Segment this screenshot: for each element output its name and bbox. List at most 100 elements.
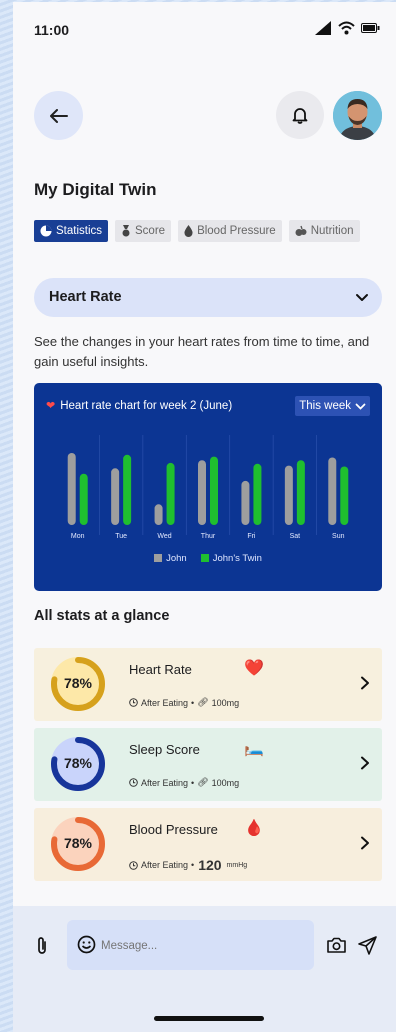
bar-john-sat	[284, 465, 293, 525]
stat-percent: 78%	[63, 835, 93, 851]
stat-row[interactable]: 78% Heart Rate ❤️ After Eating • 🔗︎ 100mg	[34, 648, 382, 721]
bar-john-sun	[328, 457, 337, 525]
tab-label: Blood Pressure	[197, 225, 276, 237]
x-tick-label: Fri	[247, 533, 256, 540]
back-button[interactable]	[34, 91, 83, 140]
paperclip-icon[interactable]	[36, 936, 48, 956]
bar-john-thur	[198, 460, 206, 525]
wifi-icon	[338, 21, 355, 35]
emoji-icon[interactable]	[77, 935, 96, 954]
meta-separator: •	[191, 777, 195, 788]
link-icon: 🔗︎	[197, 697, 209, 707]
bar-john-mon	[67, 453, 76, 525]
stat-emoji-icon: 🛏️	[244, 740, 264, 757]
arrow-left-icon	[49, 108, 68, 123]
x-tick-label: Sun	[332, 533, 345, 540]
stat-name: Blood Pressure	[129, 822, 218, 837]
x-tick-label: Tue	[115, 533, 127, 540]
bar-twin-thur	[210, 456, 218, 525]
clock-icon	[129, 778, 138, 787]
tab-statistics[interactable]: Statistics	[34, 220, 109, 242]
stat-meta: After Eating • 🔗︎ 100mg	[129, 697, 239, 708]
x-tick-label: Thur	[201, 533, 216, 540]
chart-legend: John John's Twin	[34, 553, 382, 564]
tab-label: Statistics	[56, 225, 103, 237]
status-bar: 11:00	[13, 2, 396, 56]
bell-icon	[292, 108, 308, 124]
cellular-signal-icon	[315, 21, 331, 35]
x-tick-label: Mon	[71, 533, 85, 540]
bar-twin-mon	[79, 473, 88, 525]
meta-separator: •	[191, 860, 195, 870]
tab-bar: Statistics Score Blood Pressure Nutritio…	[34, 220, 360, 242]
tab-label: Score	[135, 225, 166, 237]
message-composer	[13, 906, 396, 1032]
bar-john-fri	[241, 480, 250, 525]
stat-meta: After Eating • 120 mmHg	[129, 857, 247, 873]
bar-twin-wed	[166, 462, 175, 525]
bar-john-wed	[154, 504, 163, 525]
stat-meta-dose: 100mg	[211, 697, 240, 708]
send-icon[interactable]	[358, 936, 377, 955]
x-tick-label: Sat	[290, 533, 301, 540]
droplet-icon	[184, 225, 193, 237]
status-time: 11:00	[34, 22, 70, 38]
tab-nutrition[interactable]: Nutrition	[288, 220, 360, 242]
stat-value: 120	[198, 857, 222, 873]
stat-emoji-icon: ❤️	[244, 660, 264, 677]
legend-item-twin: John's Twin	[200, 553, 262, 564]
tab-label: Nutrition	[310, 225, 354, 237]
avatar[interactable]	[333, 91, 382, 140]
bar-twin-tue	[123, 454, 132, 525]
message-input-box[interactable]	[67, 920, 314, 970]
tab-score[interactable]: Score	[115, 220, 172, 242]
status-icons	[315, 21, 380, 35]
battery-icon	[361, 23, 380, 33]
legend-label: John's Twin	[212, 553, 262, 564]
page-title: My Digital Twin	[34, 180, 157, 199]
camera-icon[interactable]	[327, 937, 346, 953]
message-input[interactable]	[99, 934, 303, 958]
meta-separator: •	[191, 697, 195, 708]
metric-dropdown-value: Heart Rate	[49, 289, 122, 305]
bar-john-tue	[111, 468, 120, 525]
stat-meta-dose: 100mg	[211, 777, 240, 788]
chevron-right-icon	[361, 836, 369, 850]
metric-dropdown[interactable]: Heart Rate	[34, 278, 382, 317]
clock-icon	[129, 698, 138, 707]
stat-row[interactable]: 78% Sleep Score 🛏️ After Eating • 🔗︎ 100mg	[34, 728, 382, 801]
profile-photo	[333, 91, 382, 140]
chevron-right-icon	[361, 676, 369, 690]
bar-twin-sun	[340, 466, 349, 525]
stat-meta-label: After Eating	[141, 777, 189, 788]
stat-meta-label: After Eating	[141, 860, 189, 870]
description-text: See the changes in your heart rates from…	[34, 334, 370, 369]
legend-item-john: John	[154, 553, 187, 564]
legend-label: John	[166, 553, 187, 564]
nutrition-icon	[295, 225, 307, 236]
heart-rate-chart-card: ❤ Heart rate chart for week 2 (June) Thi…	[34, 383, 382, 591]
stat-meta: After Eating • 🔗︎ 100mg	[129, 777, 239, 788]
stat-name: Heart Rate	[129, 662, 192, 677]
stat-unit: mmHg	[226, 861, 248, 869]
clock-icon	[129, 860, 138, 870]
stat-row[interactable]: 78% Blood Pressure 🩸 After Eating • 120 mmHg	[34, 808, 382, 881]
stat-meta-label: After Eating	[141, 697, 189, 708]
notifications-button[interactable]	[276, 91, 324, 139]
bar-twin-sat	[296, 460, 305, 525]
stat-percent: 78%	[63, 755, 93, 771]
x-tick-label: Wed	[157, 533, 171, 540]
stat-percent: 78%	[63, 675, 93, 691]
section-title: All stats at a glance	[34, 608, 170, 624]
home-indicator	[154, 1016, 264, 1021]
stat-emoji-icon: 🩸	[244, 820, 264, 837]
phone-screen: 11:00 My Digital Twin Statistics Score B…	[13, 2, 396, 1032]
chevron-down-icon	[356, 294, 368, 301]
medal-icon	[122, 225, 130, 237]
bar-twin-fri	[253, 463, 262, 525]
pie-chart-icon	[40, 225, 52, 237]
tab-blood-pressure[interactable]: Blood Pressure	[178, 220, 282, 242]
link-icon: 🔗︎	[197, 777, 209, 787]
stat-name: Sleep Score	[129, 742, 200, 757]
chevron-right-icon	[361, 756, 369, 770]
